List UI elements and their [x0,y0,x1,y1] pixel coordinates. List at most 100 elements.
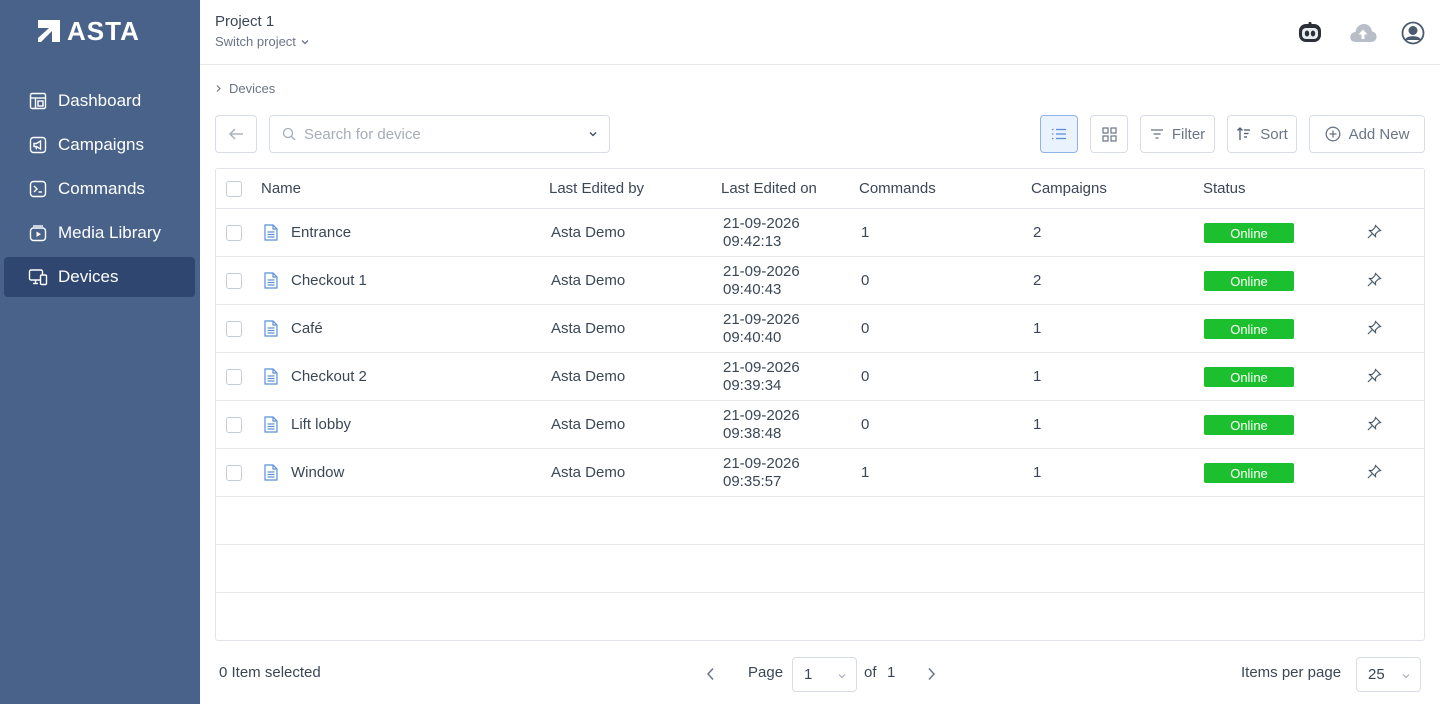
add-new-button[interactable]: Add New [1309,115,1425,153]
column-header-last-edited-by[interactable]: Last Edited by [549,180,644,197]
campaigns-count: 2 [1033,224,1042,241]
next-page-button[interactable] [921,664,941,684]
filter-icon [1150,129,1163,139]
terminal-icon [28,179,48,199]
sidebar-item-campaigns[interactable]: Campaigns [4,125,195,165]
status-badge: Online [1204,271,1294,291]
sidebar-item-devices[interactable]: Devices [4,257,195,297]
chevron-down-icon [1402,674,1410,679]
chevron-down-icon [838,674,846,679]
pin-icon[interactable] [1366,224,1382,240]
last-edited-by: Asta Demo [551,416,626,433]
column-header-campaigns[interactable]: Campaigns [1031,180,1107,197]
items-per-page-select[interactable]: 25 [1356,657,1421,692]
media-icon [28,223,48,243]
brand-name: ASTA [67,16,140,46]
list-view-button[interactable] [1040,115,1078,153]
prev-page-button[interactable] [700,664,720,684]
grid-view-button[interactable] [1090,115,1128,153]
select-all-checkbox[interactable] [226,181,242,197]
sidebar-nav: Dashboard Campaigns Commands Media Libra… [4,81,195,301]
campaigns-count: 1 [1033,464,1042,481]
device-name[interactable]: Checkout 1 [291,272,367,289]
last-edited-by: Asta Demo [551,464,626,481]
pin-icon[interactable] [1366,320,1382,336]
status-badge: Online [1204,367,1294,387]
campaigns-count: 2 [1033,272,1042,289]
breadcrumb-current[interactable]: Devices [229,81,275,96]
row-checkbox[interactable] [226,321,242,337]
grid-view-icon [1101,126,1117,142]
sidebar-item-commands[interactable]: Commands [4,169,195,209]
column-header-commands[interactable]: Commands [859,180,936,197]
pin-icon[interactable] [1366,272,1382,288]
arrow-left-icon [229,128,243,140]
commands-count: 0 [861,368,870,385]
chevron-right-icon [927,667,935,681]
cloud-upload-icon[interactable] [1348,20,1378,46]
device-name[interactable]: Entrance [291,224,351,241]
filter-button[interactable]: Filter [1140,115,1215,153]
switch-project-button[interactable]: Switch project [215,34,310,49]
sidebar-item-dashboard[interactable]: Dashboard [4,81,195,121]
page-select[interactable]: 1 [792,657,857,692]
search-input[interactable] [304,125,574,143]
last-edited-on: 21-09-2026 09:42:13 [723,215,800,251]
column-header-name[interactable]: Name [261,180,301,197]
empty-row [216,497,1424,545]
chevron-down-icon [301,39,309,44]
page-select-value: 1 [804,666,813,683]
table-row[interactable]: Entrance Asta Demo 21-09-2026 09:42:13 1 … [216,209,1424,257]
row-checkbox[interactable] [226,369,242,385]
filter-label: Filter [1171,125,1206,143]
row-checkbox[interactable] [226,417,242,433]
table-row[interactable]: Café Asta Demo 21-09-2026 09:40:40 0 1 On… [216,305,1424,353]
user-avatar-icon[interactable] [1400,20,1426,46]
last-edited-on: 21-09-2026 09:40:43 [723,263,800,299]
sidebar-item-media-library[interactable]: Media Library [4,213,195,253]
sidebar-item-label: Commands [58,179,145,198]
table-row[interactable]: Window Asta Demo 21-09-2026 09:35:57 1 1 … [216,449,1424,497]
sidebar-item-label: Dashboard [58,91,142,110]
chevron-left-icon [706,667,714,681]
time-text: 09:40:40 [723,329,782,346]
brand-logo[interactable]: ASTA [37,18,140,44]
empty-row [216,593,1424,640]
device-name[interactable]: Window [291,464,344,481]
pin-icon[interactable] [1366,416,1382,432]
total-pages: 1 [887,664,896,681]
column-header-last-edited-on[interactable]: Last Edited on [721,180,817,197]
last-edited-by: Asta Demo [551,368,626,385]
last-edited-by: Asta Demo [551,272,626,289]
megaphone-icon [28,135,48,155]
date-text: 21-09-2026 [723,407,800,424]
pin-icon[interactable] [1366,464,1382,480]
commands-count: 0 [861,416,870,433]
row-checkbox[interactable] [226,465,242,481]
table-row[interactable]: Lift lobby Asta Demo 21-09-2026 09:38:48 … [216,401,1424,449]
row-checkbox[interactable] [226,225,242,241]
chevron-down-icon[interactable] [587,128,599,140]
robot-icon[interactable] [1297,20,1323,46]
project-title: Project 1 [215,13,275,30]
row-checkbox[interactable] [226,273,242,289]
sort-button[interactable]: Sort [1227,115,1297,153]
commands-count: 0 [861,320,870,337]
date-text: 21-09-2026 [723,359,800,376]
table-row[interactable]: Checkout 2 Asta Demo 21-09-2026 09:39:34 … [216,353,1424,401]
status-badge: Online [1204,415,1294,435]
device-name[interactable]: Lift lobby [291,416,351,433]
back-button[interactable] [215,115,257,153]
column-header-status[interactable]: Status [1203,180,1246,197]
device-search[interactable] [269,115,610,153]
device-name[interactable]: Checkout 2 [291,368,367,385]
table-row[interactable]: Checkout 1 Asta Demo 21-09-2026 09:40:43 … [216,257,1424,305]
last-edited-by: Asta Demo [551,320,626,337]
search-icon [282,127,296,141]
plus-circle-icon [1325,126,1341,142]
pin-icon[interactable] [1366,368,1382,384]
time-text: 09:38:48 [723,425,782,442]
device-name[interactable]: Café [291,320,323,337]
devices-icon [28,267,48,287]
table-header: Name Last Edited by Last Edited on Comma… [216,169,1424,209]
